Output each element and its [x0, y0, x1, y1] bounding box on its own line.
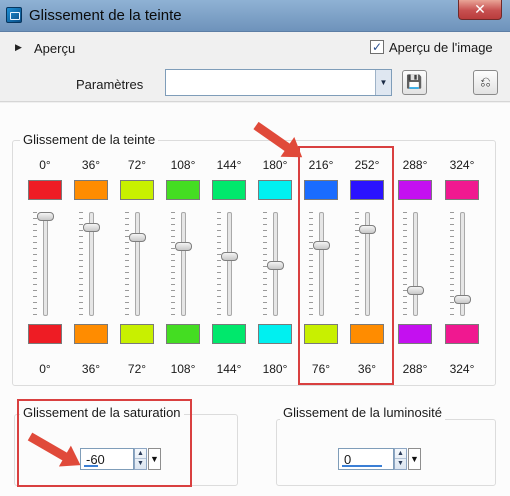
saturation-spin-buttons[interactable]: ▲ ▼ [134, 448, 147, 470]
luminosity-dropdown-button[interactable]: ▼ [408, 448, 421, 470]
hue-from-swatch [445, 180, 479, 200]
hue-from-swatch [120, 180, 154, 200]
hue-shift-group [12, 140, 496, 386]
slider-ticks [125, 212, 129, 316]
saturation-dropdown-button[interactable]: ▼ [148, 448, 161, 470]
hue-to-swatch [445, 324, 479, 344]
reset-icon: ⎌ [480, 74, 491, 89]
spin-down-icon[interactable]: ▼ [395, 459, 406, 469]
input-focus-underline [342, 465, 382, 467]
saturation-input[interactable]: -60 [80, 448, 134, 470]
luminosity-title: Glissement de la luminosité [280, 405, 445, 420]
reset-button[interactable]: ⎌ [473, 70, 498, 95]
parameters-label: Paramètres [76, 77, 144, 92]
preset-combobox[interactable]: ▼ [165, 69, 392, 96]
spin-up-icon[interactable]: ▲ [395, 449, 406, 459]
hue-slider-track[interactable] [413, 212, 418, 316]
hue-slider-thumb[interactable] [37, 212, 54, 221]
hue-to-label: 180° [262, 362, 288, 376]
highlight-box-hue [298, 146, 394, 385]
spin-up-icon[interactable]: ▲ [135, 449, 146, 459]
input-focus-underline [84, 465, 98, 467]
hue-from-label: 144° [216, 158, 242, 172]
slider-ticks [403, 212, 407, 316]
slider-ticks [171, 212, 175, 316]
hue-to-label: 0° [39, 362, 51, 376]
hue-to-label: 324° [449, 362, 475, 376]
floppy-disk-icon: 💾 [406, 74, 423, 89]
hue-to-label: 72° [127, 362, 147, 376]
hue-slider-track[interactable] [135, 212, 140, 316]
hue-to-swatch [28, 324, 62, 344]
hue-to-swatch [258, 324, 292, 344]
hue-group-title: Glissement de la teinte [20, 132, 159, 147]
window-title: Glissement de la teinte [29, 7, 182, 24]
hue-from-label: 324° [449, 158, 475, 172]
hue-from-swatch [28, 180, 62, 200]
hue-to-label: 288° [402, 362, 428, 376]
luminosity-input[interactable]: 0 [338, 448, 394, 470]
hue-slider-track[interactable] [43, 212, 48, 316]
chevron-down-icon: ▼ [410, 454, 419, 464]
app-icon [6, 7, 22, 23]
hue-to-swatch [120, 324, 154, 344]
image-preview-label[interactable]: Aperçu de l'image [389, 40, 493, 55]
hue-slider-track[interactable] [181, 212, 186, 316]
hue-to-swatch [166, 324, 200, 344]
chevron-down-icon[interactable]: ▼ [375, 70, 391, 95]
hue-from-swatch [74, 180, 108, 200]
slider-ticks [33, 212, 37, 316]
hue-slider-thumb[interactable] [83, 223, 100, 232]
expander-arrow-icon[interactable]: ▶ [15, 42, 22, 53]
hue-from-swatch [212, 180, 246, 200]
hue-to-swatch [398, 324, 432, 344]
spin-down-icon[interactable]: ▼ [135, 459, 146, 469]
hue-slider-thumb[interactable] [454, 295, 471, 304]
title-bar: Glissement de la teinte ✕ [0, 0, 510, 32]
hue-slider-track[interactable] [227, 212, 232, 316]
hue-from-label: 0° [39, 158, 51, 172]
close-button[interactable]: ✕ [458, 0, 502, 20]
hue-from-label: 72° [127, 158, 147, 172]
hue-from-label: 36° [81, 158, 101, 172]
luminosity-spin-buttons[interactable]: ▲ ▼ [394, 448, 407, 470]
chevron-down-icon: ▼ [150, 454, 159, 464]
hue-slider-thumb[interactable] [221, 252, 238, 261]
hue-from-swatch [398, 180, 432, 200]
hue-slider-thumb[interactable] [129, 233, 146, 242]
hue-to-label: 144° [216, 362, 242, 376]
hue-to-label: 108° [170, 362, 196, 376]
hue-slider-thumb[interactable] [267, 261, 284, 270]
save-preset-button[interactable]: 💾 [402, 70, 427, 95]
hue-slider-thumb[interactable] [407, 286, 424, 295]
hue-from-label: 108° [170, 158, 196, 172]
image-preview-checkbox[interactable]: ✓ [370, 40, 384, 54]
close-icon: ✕ [474, 1, 486, 17]
hue-slider-thumb[interactable] [175, 242, 192, 251]
preview-label[interactable]: Aperçu [34, 41, 75, 56]
hue-to-swatch [212, 324, 246, 344]
hue-from-swatch [166, 180, 200, 200]
hue-to-label: 36° [81, 362, 101, 376]
hue-from-swatch [258, 180, 292, 200]
hue-to-swatch [74, 324, 108, 344]
slider-ticks [217, 212, 221, 316]
hue-from-label: 288° [402, 158, 428, 172]
